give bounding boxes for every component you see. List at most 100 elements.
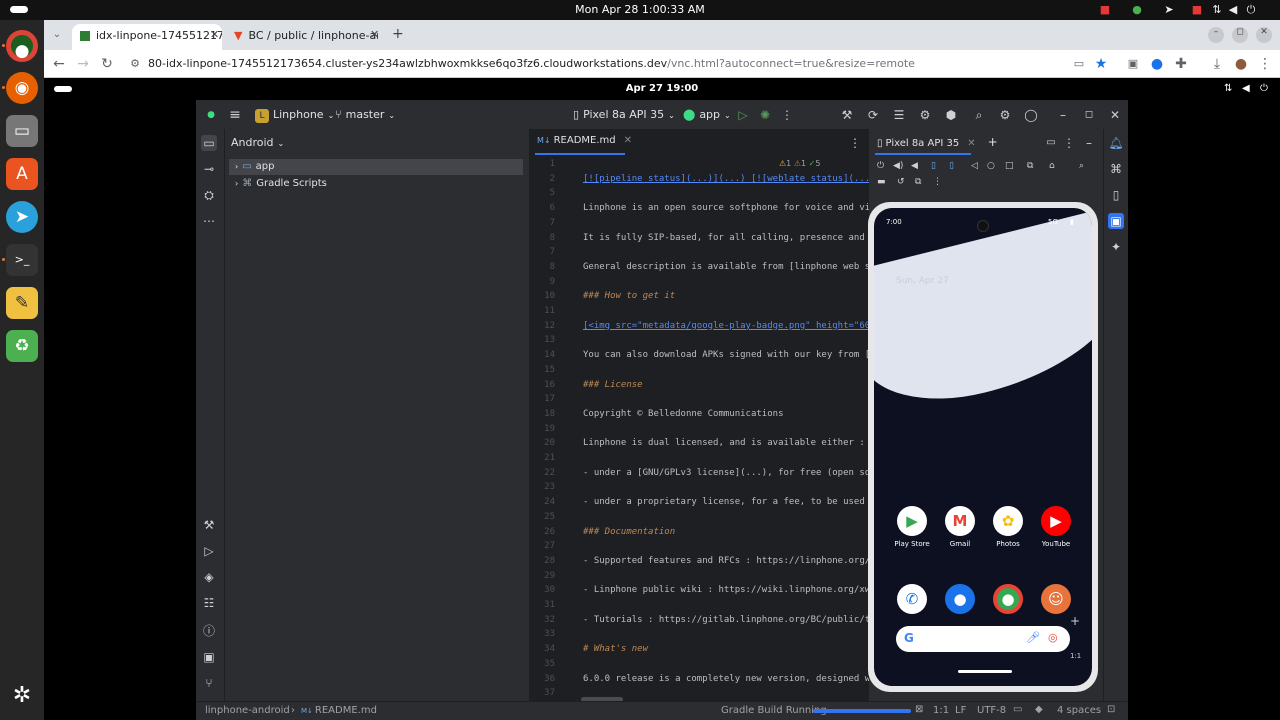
profile-avatar[interactable]: ● <box>1232 55 1250 73</box>
hide-panel-icon[interactable]: – <box>1081 135 1097 151</box>
logcat-icon[interactable]: ☷ <box>201 595 217 611</box>
app-center-icon[interactable]: A <box>6 158 38 190</box>
main-menu-icon[interactable]: ≡ <box>227 107 243 123</box>
background-task-label[interactable]: Gradle Build Running <box>721 705 827 716</box>
firefox-icon[interactable]: ◉ <box>6 72 38 104</box>
editor-config-icon[interactable]: ◆ <box>1035 704 1043 715</box>
back-button-icon[interactable]: ◁ <box>971 161 978 171</box>
file-encoding[interactable]: UTF-8 <box>977 705 1006 716</box>
new-tab-icon[interactable]: + <box>392 26 404 42</box>
snapshot-icon[interactable]: ↺ <box>897 177 905 187</box>
cancel-task-icon[interactable]: ⊠ <box>915 704 923 715</box>
code-line[interactable]: General description is available from [l… <box>583 260 869 275</box>
volume-icon[interactable]: ◀ <box>1226 3 1240 17</box>
tray-app-icon[interactable]: ■ <box>1190 3 1204 17</box>
reload-icon[interactable]: ↻ <box>98 55 116 73</box>
extension-icon[interactable]: ▣ <box>1124 55 1142 73</box>
volume-up-icon[interactable]: ◀) <box>893 161 903 171</box>
minimize-window-icon[interactable]: – <box>1208 27 1224 43</box>
telegram-tray-icon[interactable]: ➤ <box>1162 3 1176 17</box>
maximize-icon[interactable]: ◻ <box>1081 107 1097 123</box>
power-button-icon[interactable]: ⏻ <box>877 161 884 171</box>
code-line[interactable]: Linphone is an open source softphone for… <box>583 201 869 216</box>
minimize-icon[interactable]: – <box>1055 107 1071 123</box>
remote-clock[interactable]: Apr 27 19:00 <box>44 83 1280 94</box>
camera-app[interactable]: ☺ <box>1036 584 1076 618</box>
youtube-app[interactable]: ▶ YouTube <box>1036 506 1076 548</box>
code-line[interactable]: It is fully SIP-based, for all calling, … <box>583 231 865 246</box>
remote-network-icon[interactable]: ⇅ <box>1224 83 1232 94</box>
remote-power-icon[interactable]: ⏻ <box>1260 83 1268 94</box>
extension-icon[interactable]: ● <box>1148 55 1166 73</box>
resource-manager-icon[interactable]: ⛭ <box>201 187 217 203</box>
messages-app[interactable]: ● <box>940 584 980 618</box>
code-line[interactable]: # What's new <box>583 642 648 657</box>
telegram-icon[interactable]: ➤ <box>6 201 38 233</box>
add-device-icon[interactable]: + <box>988 135 998 149</box>
debug-icon[interactable]: ✺ <box>757 107 773 123</box>
files-icon[interactable]: ▭ <box>6 115 38 147</box>
code-line[interactable]: [![pipeline status](...)](...) [![weblat… <box>583 172 869 187</box>
zoom-ratio-label[interactable]: 1:1 <box>1070 652 1081 660</box>
power-icon[interactable]: ⏻ <box>1244 3 1258 17</box>
code-line[interactable]: Linphone is dual licensed, and is availa… <box>583 436 865 451</box>
close-tab-icon[interactable]: ✕ <box>967 138 975 149</box>
code-line[interactable]: Copyright © Belledonne Communications <box>583 407 783 422</box>
caret-position[interactable]: 1:1 <box>933 705 949 716</box>
notifications-icon[interactable]: 🔔︎ <box>1108 135 1124 151</box>
code-line[interactable]: ### License <box>583 378 643 393</box>
screenshot-icon[interactable]: ⌂ <box>1049 161 1055 171</box>
commit-tool-icon[interactable]: ⊸ <box>201 161 217 177</box>
problems-icon[interactable]: ⓘ <box>201 623 217 639</box>
running-devices-tool-icon[interactable]: ▣ <box>1108 213 1124 229</box>
emulator-more-icon[interactable]: ⋮ <box>933 177 942 187</box>
terminal-icon[interactable]: >_ <box>6 244 38 276</box>
inspect-icon[interactable]: ⌕ <box>1079 161 1084 171</box>
network-icon[interactable]: ⇅ <box>1210 3 1224 17</box>
code-line[interactable]: ### Documentation <box>583 525 675 540</box>
breadcrumb-root[interactable]: linphone-android <box>205 705 290 716</box>
code-line[interactable]: 6.0.0 release is a completely new versio… <box>583 672 869 687</box>
google-search-bar[interactable]: G 🎤︎ ◎ <box>896 626 1070 652</box>
tab-search-icon[interactable]: ⌄ <box>48 26 66 44</box>
code-line[interactable]: - Tutorials : https://gitlab.linphone.or… <box>583 613 869 628</box>
device-selector[interactable]: ▯ Pixel 8a API 35 ⌄ <box>573 107 675 123</box>
close-window-icon[interactable]: ✕ <box>1256 27 1272 43</box>
account-icon[interactable]: ◯ <box>1023 107 1039 123</box>
chrome-tray-icon[interactable]: ● <box>1130 3 1144 17</box>
build-tool-icon[interactable]: ⚒ <box>201 517 217 533</box>
site-info-icon[interactable]: ⚙ <box>126 55 144 73</box>
device-manager-tool-icon[interactable]: ▯ <box>1108 187 1124 203</box>
chrome-app[interactable]: ● <box>988 584 1028 618</box>
trash-icon[interactable]: ♻ <box>6 330 38 362</box>
play-store-app[interactable]: ▶ Play Store <box>892 506 932 548</box>
settings-icon[interactable]: ⚙ <box>997 107 1013 123</box>
home-date[interactable]: Sun, Apr 27 <box>896 276 949 286</box>
close-tab-icon[interactable]: ✕ <box>210 28 219 41</box>
record-screen-icon[interactable]: ▬ <box>877 177 886 187</box>
running-device-tab[interactable]: ▯ Pixel 8a API 35 ✕ + <box>877 135 998 149</box>
code-line[interactable]: You can also download APKs signed with o… <box>583 348 869 363</box>
tree-item-app[interactable]: › ▭ app <box>229 159 523 175</box>
chrome-icon[interactable]: ● <box>6 30 38 62</box>
project-view-selector[interactable]: Android ⌄ <box>231 136 284 149</box>
line-separator[interactable]: LF <box>955 705 966 716</box>
rotate-right-icon[interactable]: ▯ <box>949 161 954 171</box>
sync-project-icon[interactable]: ☰ <box>891 107 907 123</box>
address-bar[interactable]: 80-idx-linpone-1745512173654.cluster-ys2… <box>148 57 915 70</box>
terminal-tool-icon[interactable]: ▣ <box>201 649 217 665</box>
code-line[interactable]: - Linphone public wiki : https://wiki.li… <box>583 583 869 598</box>
gmail-app[interactable]: M Gmail <box>940 506 980 548</box>
bookmark-star-icon[interactable]: ★ <box>1092 55 1110 73</box>
tree-item-gradle-scripts[interactable]: › ⌘ Gradle Scripts <box>229 176 523 192</box>
indent-setting[interactable]: 4 spaces <box>1057 705 1101 716</box>
breadcrumb-file[interactable]: M↓ README.md <box>301 705 377 716</box>
back-icon[interactable]: ← <box>50 55 68 73</box>
system-clock[interactable]: Mon Apr 28 1:00:33 AM <box>0 3 1280 16</box>
device-screen[interactable]: 7:00 5G ▮ Sun, Apr 27 ▶ Play Store M Gmail… <box>874 208 1092 686</box>
download-icon[interactable]: ⤓ <box>1208 55 1226 73</box>
zoom-in-icon[interactable]: + <box>1070 614 1080 628</box>
forward-icon[interactable]: → <box>74 55 92 73</box>
run-icon[interactable]: ▷ <box>735 107 751 123</box>
lens-icon[interactable]: ◎ <box>1048 631 1058 644</box>
